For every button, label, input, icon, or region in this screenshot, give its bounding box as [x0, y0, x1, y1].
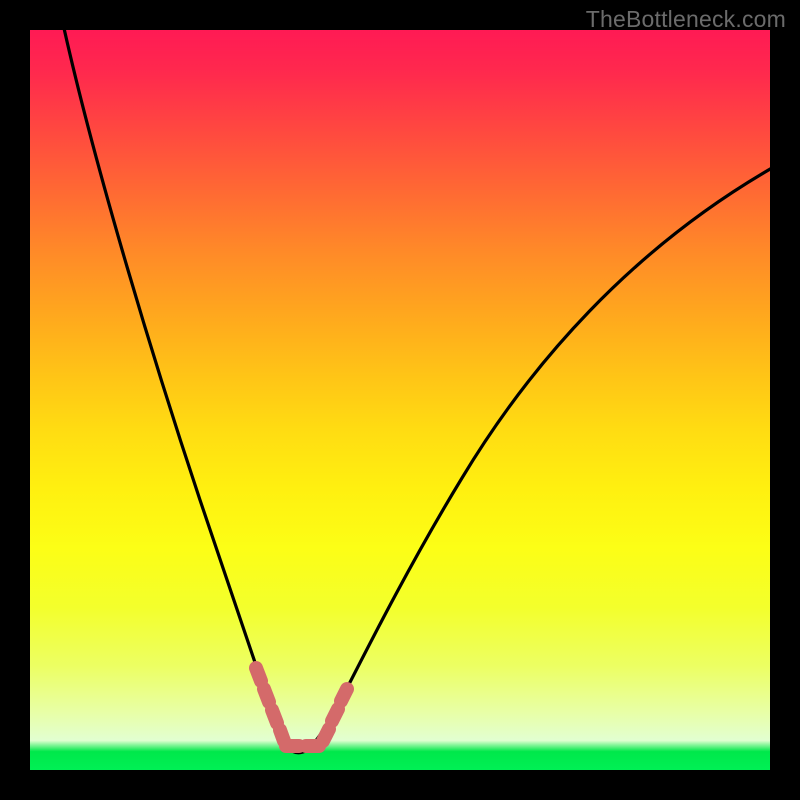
chart-container: TheBottleneck.com [0, 0, 800, 800]
plot-area [30, 30, 770, 770]
chart-svg [30, 30, 770, 770]
optimal-range-marker [256, 668, 347, 746]
watermark-text: TheBottleneck.com [586, 6, 786, 33]
bottleneck-curve-path [60, 30, 770, 753]
